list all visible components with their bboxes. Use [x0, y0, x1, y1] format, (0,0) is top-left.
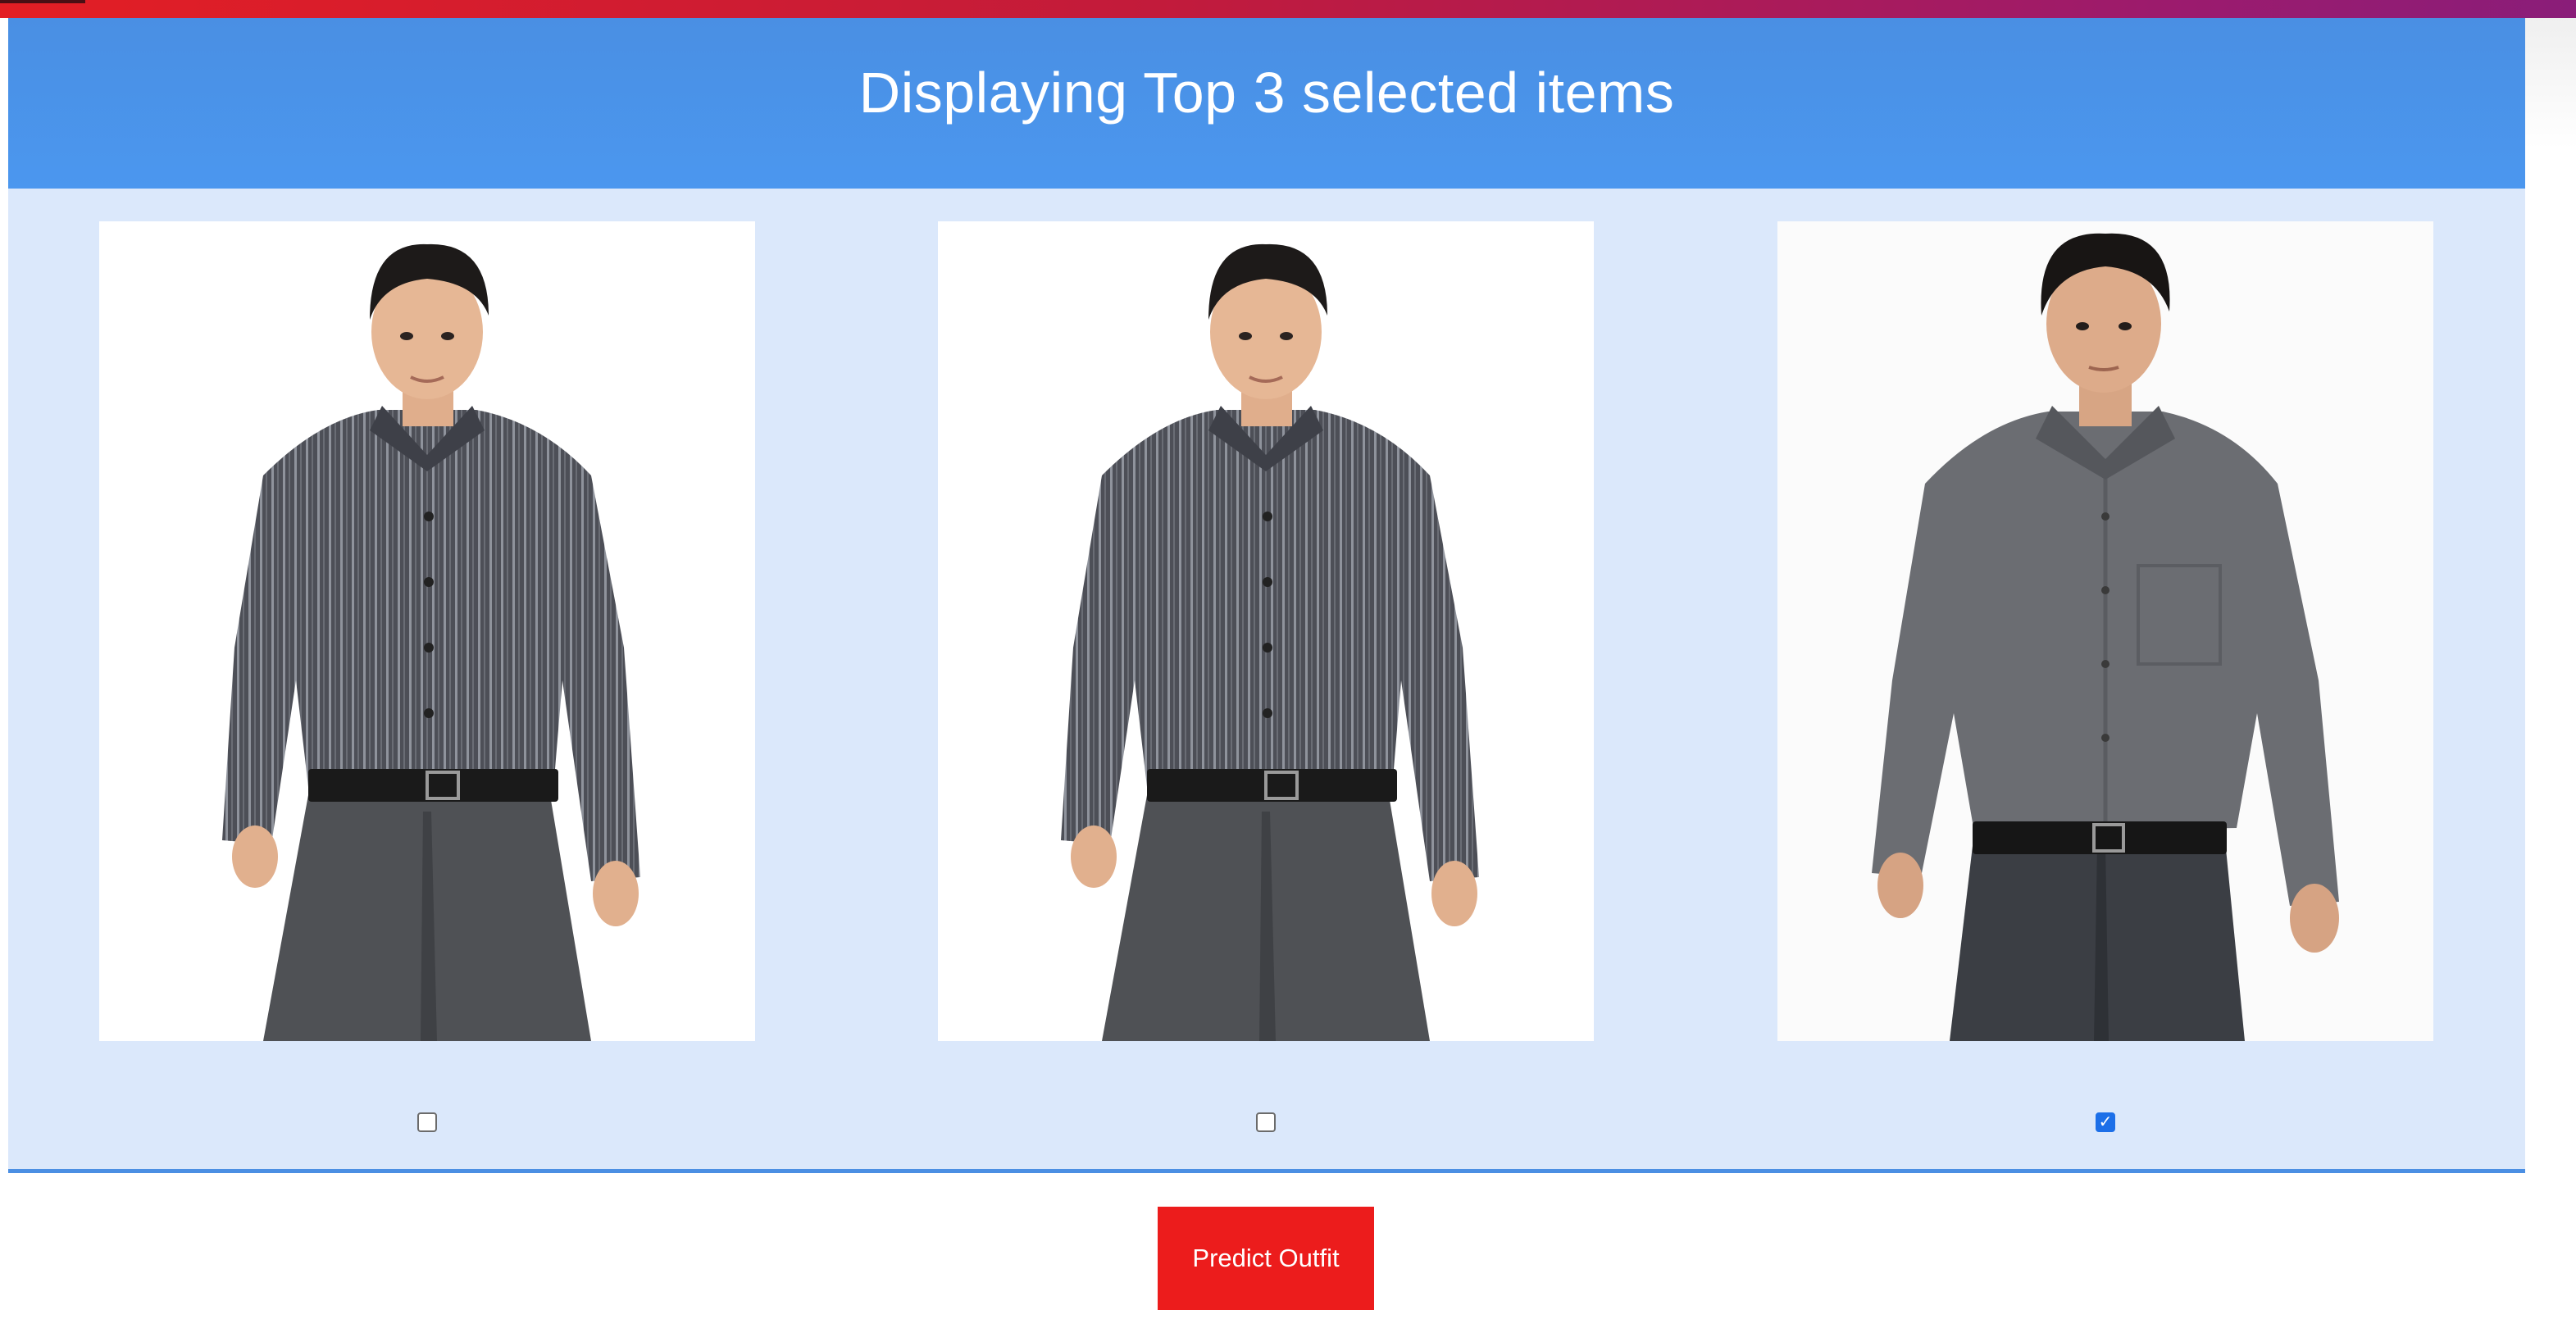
select-checkbox-2[interactable]: ✓	[1256, 1112, 1276, 1132]
page-header: Displaying Top 3 selected items	[8, 18, 2525, 189]
top-strip-tab	[0, 0, 85, 3]
man-striped-shirt-photo	[938, 221, 1594, 1041]
browser-top-strip	[0, 0, 2576, 18]
item-image-1[interactable]	[99, 221, 755, 1041]
item-image-2[interactable]	[938, 221, 1594, 1041]
page-title: Displaying Top 3 selected items	[858, 61, 1675, 125]
item-image-3[interactable]	[1777, 221, 2433, 1041]
item-card-3: ✓	[1777, 221, 2433, 1164]
items-panel: ✓	[8, 189, 2525, 1173]
item-card-1: ✓	[99, 221, 755, 1164]
select-checkbox-1[interactable]: ✓	[417, 1112, 437, 1132]
man-striped-shirt-photo	[99, 221, 755, 1041]
man-grey-shirt-photo	[1777, 221, 2433, 1041]
item-card-2: ✓	[938, 221, 1594, 1164]
page: Displaying Top 3 selected items ✓ Predic…	[0, 0, 2576, 1319]
right-gutter	[2525, 18, 2576, 1319]
select-checkbox-3[interactable]: ✓	[2096, 1112, 2115, 1132]
predict-outfit-button[interactable]: Predict Outfit	[1158, 1207, 1374, 1310]
